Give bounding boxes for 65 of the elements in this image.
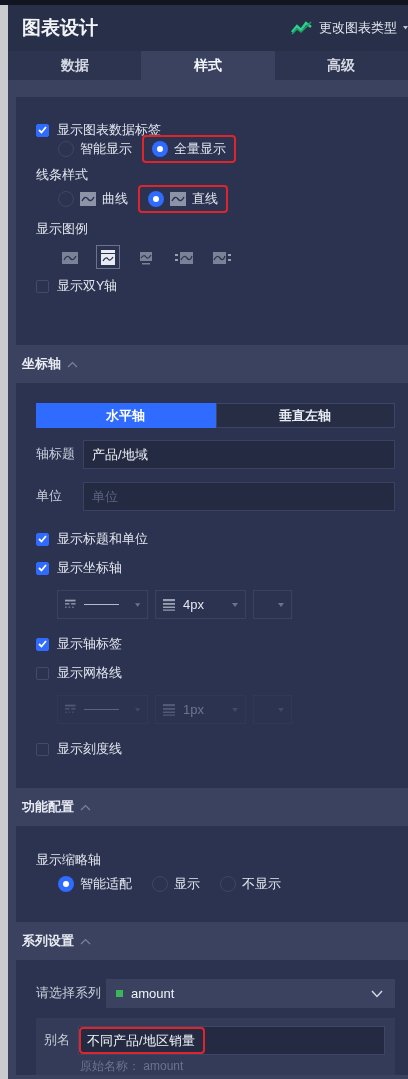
checkbox-label: 显示坐标轴 <box>57 559 122 577</box>
checkbox-label: 显示图表数据标签 <box>57 121 161 139</box>
check-icon <box>38 535 47 543</box>
tab[interactable]: 数据 <box>8 51 142 80</box>
field-label: 别名 <box>44 1032 71 1049</box>
radio-label: 全量显示 <box>174 140 226 158</box>
solid-line-icon <box>83 603 119 606</box>
line-style-select[interactable] <box>57 590 148 619</box>
checkbox-label: 显示网格线 <box>57 664 122 682</box>
tab[interactable]: 样式 <box>141 51 275 80</box>
radio-button[interactable] <box>152 141 168 157</box>
legend-top-icon <box>99 248 117 266</box>
checkbox-label: 显示轴标签 <box>57 635 122 653</box>
dash-lines-icon <box>65 599 76 610</box>
line-chart-icon <box>291 20 313 36</box>
line-width-icon <box>163 703 175 716</box>
field-label: 请选择系列 <box>36 985 102 1002</box>
line-width-select[interactable]: 4px <box>155 590 246 619</box>
panel-title: 图表设计 <box>22 16 99 40</box>
tab[interactable]: 高级 <box>274 51 408 80</box>
field-label: 显示图例 <box>36 220 89 238</box>
checkbox[interactable] <box>36 637 49 651</box>
caret-icon <box>134 602 140 607</box>
checkbox[interactable] <box>36 666 49 680</box>
radio-label: 显示 <box>174 875 200 893</box>
radio-label: 智能显示 <box>80 140 132 158</box>
check-icon <box>38 564 47 572</box>
radio-label: 直线 <box>192 190 218 208</box>
checkbox[interactable] <box>36 532 49 546</box>
checkbox[interactable] <box>36 561 49 575</box>
checkbox-label: 显示双Y轴 <box>57 277 118 295</box>
field-label: 显示缩略轴 <box>36 851 102 869</box>
field-label: 轴标题 <box>36 446 76 463</box>
caret-icon <box>403 26 408 30</box>
dash-lines-icon <box>65 704 76 715</box>
change-chart-type-button[interactable]: 更改图表类型 <box>291 19 408 37</box>
radio-label: 不显示 <box>242 875 281 893</box>
legend-position-button[interactable] <box>96 245 120 269</box>
line-chart-icon <box>80 192 96 206</box>
axis-tab[interactable]: 垂直左轴 <box>215 403 395 428</box>
line-chart-icon <box>170 192 186 206</box>
radio-label: 曲线 <box>102 190 128 208</box>
field-label: 线条样式 <box>36 166 89 184</box>
radio-button[interactable] <box>148 191 164 207</box>
caret-icon <box>278 602 284 607</box>
line-width-icon <box>163 598 175 611</box>
series-select[interactable]: amount <box>106 979 395 1008</box>
check-icon <box>38 640 47 648</box>
color-select[interactable] <box>253 590 292 619</box>
checkbox[interactable] <box>36 742 49 756</box>
field-label: 单位 <box>36 488 63 505</box>
checkbox-label: 显示刻度线 <box>57 740 122 758</box>
check-icon <box>38 126 47 134</box>
checkbox[interactable] <box>36 279 49 293</box>
caret-icon <box>232 602 238 607</box>
solid-line-icon <box>83 708 119 711</box>
alias-field[interactable]: 不同产品/地区销量 <box>78 1026 385 1055</box>
axis-title-field[interactable]: 产品/地域 <box>83 440 395 469</box>
highlight-frame: 不同产品/地区销量 <box>79 1027 205 1054</box>
checkbox[interactable] <box>36 123 49 137</box>
chevron-down-icon <box>371 989 383 998</box>
radio-label: 智能适配 <box>80 875 132 893</box>
axis-tab[interactable]: 水平轴 <box>36 403 216 428</box>
radio-button[interactable] <box>58 876 74 892</box>
checkbox-label: 显示标题和单位 <box>57 530 148 548</box>
